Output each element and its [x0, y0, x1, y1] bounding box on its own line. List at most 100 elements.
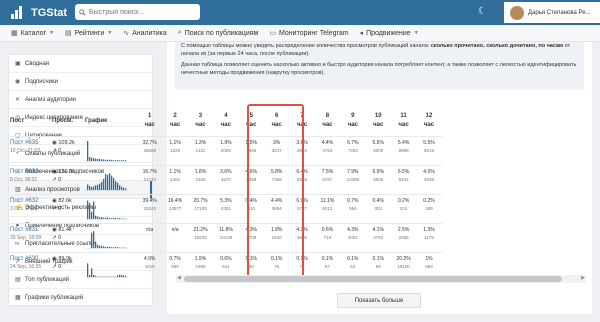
mini-bar	[109, 217, 111, 219]
hour-cell: 0.2% 189	[416, 193, 442, 223]
mini-bar	[117, 217, 119, 219]
hour-percent: 1.8%	[194, 168, 207, 175]
hour-count: 3764	[373, 234, 384, 240]
hour-percent: 11.1%	[320, 197, 335, 204]
mini-bar	[107, 174, 109, 190]
hour-cell: 0.4% 410	[238, 193, 264, 223]
mini-bar	[103, 217, 105, 219]
scroll-thumb[interactable]	[184, 276, 562, 282]
mini-bar	[91, 186, 93, 190]
mini-bar	[101, 181, 103, 190]
menu-catalog[interactable]: ▦ Каталог ▼	[11, 29, 55, 38]
sidebar-item-post-graphs[interactable]: ▦ Графики публикаций	[9, 289, 152, 307]
chevron-down-icon: ▼	[49, 30, 55, 36]
post-link[interactable]: Пост #635	[10, 140, 52, 146]
col-hour-3: 3 час	[188, 106, 213, 136]
hour-percent: 0.1%	[347, 255, 359, 262]
hour-cell: 5.4% 5899	[390, 135, 417, 165]
post-link[interactable]: Пост #632	[10, 198, 52, 204]
mini-bar	[123, 187, 125, 190]
col-views[interactable]: Просм.	[52, 106, 85, 136]
reactions-count: 0	[58, 147, 62, 154]
hour-percent: 11.8%	[218, 226, 233, 233]
menu-analytics[interactable]: ∿ Аналитика	[123, 29, 167, 38]
reaction-icon: ↗	[52, 234, 57, 241]
post-link[interactable]: Пост #631	[10, 227, 52, 233]
hour-percent: 7.9%	[347, 168, 359, 175]
mini-bar	[111, 246, 113, 248]
mini-bar	[105, 159, 107, 161]
menu-ratings[interactable]: ▤ Рейтинги ▼	[65, 29, 112, 38]
scroll-left-icon[interactable]: ◀	[177, 275, 181, 281]
search-box[interactable]	[75, 4, 200, 20]
menu-monitoring[interactable]: ▭ Мониторинг Telegram	[269, 29, 349, 38]
moon-icon[interactable]: ☾	[478, 6, 487, 17]
scroll-right-icon[interactable]: ▶	[581, 275, 585, 281]
mini-bar	[113, 217, 115, 219]
hour-unit: час	[423, 121, 435, 128]
hour-unit: час	[271, 121, 282, 128]
views-cell: ◉ 130.3k ↗ 0	[52, 164, 85, 194]
hour-percent: 1.1%	[169, 139, 181, 146]
hour-count: 75	[299, 263, 305, 269]
hour-percent: 0.1%	[296, 255, 308, 262]
hour-cell: 32.7% 35688	[137, 135, 163, 165]
hour-count: 76	[274, 263, 280, 269]
user-menu[interactable]: Дарья Степанова Ре...	[504, 2, 600, 23]
col-hour-1: 1 час	[137, 106, 162, 136]
mini-bar	[87, 140, 89, 161]
hour-unit: час	[170, 121, 181, 128]
hour-count: 4416	[144, 263, 155, 269]
post-link[interactable]: Пост #633	[10, 169, 52, 175]
logo[interactable]: TGStat	[11, 6, 67, 19]
hour-unit: час	[144, 121, 155, 128]
hour-percent: 5.5%	[423, 139, 435, 146]
hour-number: 7	[300, 112, 304, 119]
hour-count: 1175	[424, 234, 434, 240]
post-cell: Пост #633 8 Oct, 08:01	[10, 164, 52, 194]
mini-bar	[125, 159, 127, 161]
hour-number: 1	[148, 112, 152, 119]
horizontal-scrollbar[interactable]: ◀ ▶	[176, 275, 586, 283]
mini-bar	[91, 157, 93, 161]
col-hour-4: 4 час	[213, 106, 238, 136]
grid-icon: ▦	[11, 30, 18, 37]
hour-count: 7253	[347, 147, 358, 153]
hour-count: 2006	[220, 147, 231, 153]
menu-label: Мониторинг Telegram	[278, 29, 349, 37]
mini-bar	[123, 159, 125, 161]
post-cell: Пост #630 24 Sep, 16:55	[10, 251, 52, 281]
hour-percent: 4.3%	[347, 226, 359, 233]
mini-bar	[95, 184, 97, 190]
hour-percent: 4.4%	[321, 139, 334, 146]
mini-bar	[109, 246, 111, 248]
menu-post-search[interactable]: ⌕ Поиск по публикациям	[178, 29, 259, 37]
sidebar-item-subscribers[interactable]: ◉ Подписчики	[9, 73, 152, 91]
hour-count: 1669	[246, 147, 257, 153]
show-more-button[interactable]: Показать больше	[337, 293, 421, 308]
table-row: Пост #635 10 Oct, 21:03 ◉ 109.2k ↗ 0 32.7% 35…	[10, 135, 442, 165]
sidebar-item-summary[interactable]: ▣ Сводная	[9, 55, 152, 73]
hour-percent: 4.9%	[143, 255, 156, 262]
search-input[interactable]	[89, 8, 189, 16]
menu-promotion[interactable]: ◂ Продвижение ▼	[360, 29, 419, 38]
hour-count: 6058	[246, 176, 257, 182]
views-count: 130.3k	[58, 168, 75, 175]
hour-percent: 0.2%	[397, 197, 410, 204]
hour-percent: 4.6%	[245, 168, 257, 175]
hour-count: 6019	[423, 147, 434, 153]
hour-count: 8432	[398, 176, 409, 182]
hour-percent: 0.6%	[321, 226, 334, 233]
col-hour-7: 7 час	[289, 106, 314, 136]
col-post[interactable]: Пост	[10, 106, 52, 136]
mini-bar	[117, 182, 119, 190]
post-date: 8 Oct, 08:01	[10, 176, 38, 183]
hour-count: 4763	[322, 147, 333, 153]
col-hour-10: 10 час	[366, 106, 391, 136]
mini-bar	[93, 274, 95, 277]
hour-count: 80	[248, 263, 254, 269]
post-link[interactable]: Пост #630	[10, 256, 52, 262]
table-row: Пост #631 30 Sep, 18:09 ◉ 81.4k ↗ 0 n/a n/a 21…	[10, 222, 442, 252]
hour-percent: n/a	[171, 226, 179, 233]
hour-cell: 1.3% 1411	[187, 135, 214, 165]
